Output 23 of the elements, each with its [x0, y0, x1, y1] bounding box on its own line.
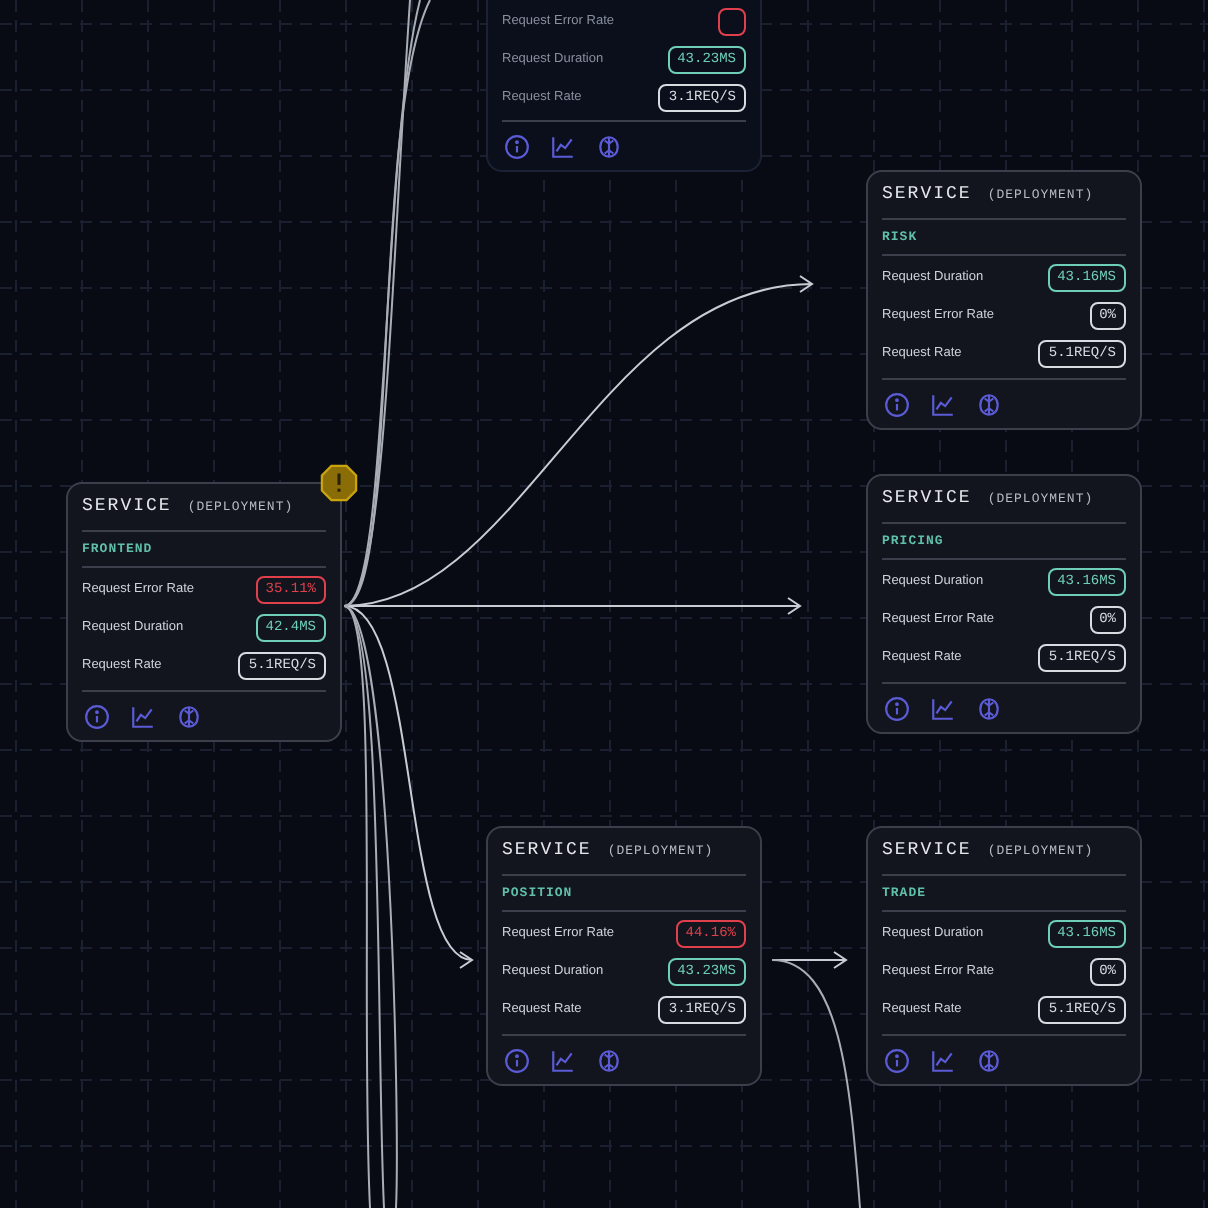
brain-icon[interactable]	[976, 1047, 1002, 1073]
brain-icon[interactable]	[976, 695, 1002, 721]
info-icon[interactable]	[884, 1047, 910, 1073]
info-icon[interactable]	[84, 703, 110, 729]
info-icon[interactable]	[884, 695, 910, 721]
info-icon[interactable]	[504, 134, 530, 160]
card-title: SERVICE	[82, 494, 172, 520]
brain-icon[interactable]	[976, 391, 1002, 417]
card-title: SERVICE	[882, 838, 972, 864]
brain-icon[interactable]	[176, 703, 202, 729]
info-icon[interactable]	[884, 391, 910, 417]
info-icon[interactable]	[504, 1047, 530, 1073]
line-chart-icon[interactable]	[930, 1047, 956, 1073]
brain-icon[interactable]	[596, 134, 622, 160]
line-chart-icon[interactable]	[930, 391, 956, 417]
card-title: SERVICE	[502, 838, 592, 864]
brain-icon[interactable]	[596, 1047, 622, 1073]
card-title: SERVICE	[882, 182, 972, 208]
line-chart-icon[interactable]	[930, 695, 956, 721]
line-chart-icon[interactable]	[550, 1047, 576, 1073]
line-chart-icon[interactable]	[550, 134, 576, 160]
line-chart-icon[interactable]	[130, 703, 156, 729]
card-title: SERVICE	[882, 486, 972, 512]
